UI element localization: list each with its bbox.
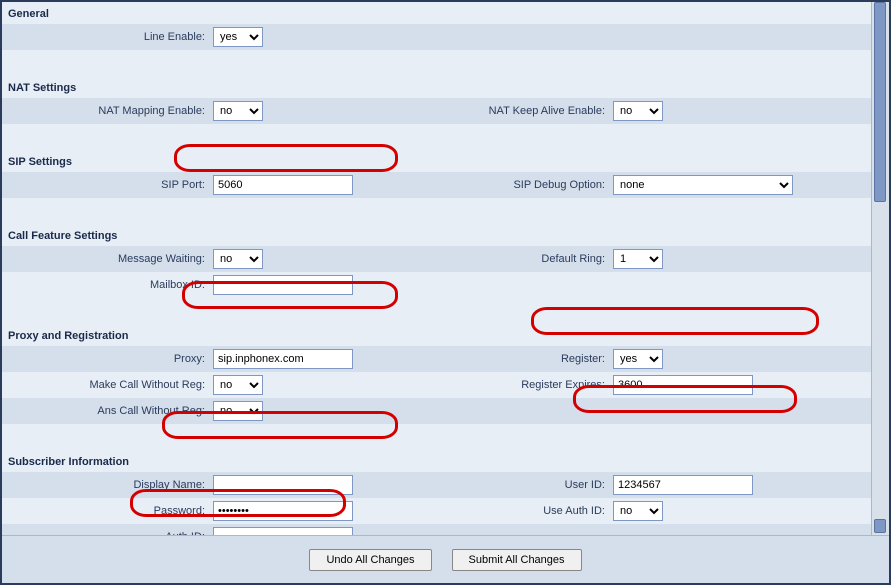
sip-port-label: SIP Port: (8, 179, 213, 191)
make-call-label: Make Call Without Reg: (8, 379, 213, 391)
sip-debug-select[interactable]: none (613, 175, 793, 195)
display-name-label: Display Name: (8, 479, 213, 491)
mailbox-id-label: Mailbox ID: (8, 279, 213, 291)
row-line-enable: Line Enable: yes (2, 24, 871, 50)
nat-mapping-select[interactable]: no (213, 101, 263, 121)
nat-keepalive-select[interactable]: no (613, 101, 663, 121)
row-proxy: Proxy: Register: yes (2, 346, 871, 372)
row-makecall: Make Call Without Reg: no Register Expir… (2, 372, 871, 398)
row-auth-id: Auth ID: (2, 524, 871, 535)
register-expires-label: Register Expires: (413, 379, 613, 391)
section-proxy: Proxy and Registration (2, 324, 871, 346)
scrollbar-thumb[interactable] (874, 2, 886, 202)
user-id-input[interactable] (613, 475, 753, 495)
section-nat: NAT Settings (2, 76, 871, 98)
sip-debug-label: SIP Debug Option: (413, 179, 613, 191)
row-anscall: Ans Call Without Reg: no (2, 398, 871, 424)
row-display-name: Display Name: User ID: (2, 472, 871, 498)
section-subscriber: Subscriber Information (2, 450, 871, 472)
proxy-input[interactable] (213, 349, 353, 369)
settings-form-area: General Line Enable: yes NAT Settings NA… (2, 2, 871, 535)
row-sip-port: SIP Port: SIP Debug Option: none (2, 172, 871, 198)
make-call-select[interactable]: no (213, 375, 263, 395)
default-ring-select[interactable]: 1 (613, 249, 663, 269)
proxy-label: Proxy: (8, 353, 213, 365)
auth-id-input[interactable] (213, 527, 353, 535)
register-expires-input[interactable] (613, 375, 753, 395)
undo-all-button[interactable]: Undo All Changes (309, 549, 431, 571)
scrollbar-down-arrow[interactable] (874, 519, 886, 533)
ans-call-label: Ans Call Without Reg: (8, 405, 213, 417)
row-message-waiting: Message Waiting: no Default Ring: 1 (2, 246, 871, 272)
line-enable-label: Line Enable: (8, 31, 213, 43)
message-waiting-label: Message Waiting: (8, 253, 213, 265)
line-enable-select[interactable]: yes (213, 27, 263, 47)
register-select[interactable]: yes (613, 349, 663, 369)
nat-mapping-label: NAT Mapping Enable: (8, 105, 213, 117)
sip-port-input[interactable] (213, 175, 353, 195)
submit-all-button[interactable]: Submit All Changes (452, 549, 582, 571)
user-id-label: User ID: (413, 479, 613, 491)
message-waiting-select[interactable]: no (213, 249, 263, 269)
section-call: Call Feature Settings (2, 224, 871, 246)
section-general: General (2, 2, 871, 24)
display-name-input[interactable] (213, 475, 353, 495)
row-nat-mapping: NAT Mapping Enable: no NAT Keep Alive En… (2, 98, 871, 124)
use-auth-id-label: Use Auth ID: (413, 505, 613, 517)
register-label: Register: (413, 353, 613, 365)
nat-keepalive-label: NAT Keep Alive Enable: (413, 105, 613, 117)
row-mailbox: Mailbox ID: (2, 272, 871, 298)
use-auth-id-select[interactable]: no (613, 501, 663, 521)
row-password: Password: Use Auth ID: no (2, 498, 871, 524)
footer-bar: Undo All Changes Submit All Changes (2, 535, 889, 583)
vertical-scrollbar[interactable] (871, 2, 889, 535)
password-label: Password: (8, 505, 213, 517)
section-sip: SIP Settings (2, 150, 871, 172)
default-ring-label: Default Ring: (413, 253, 613, 265)
password-input[interactable] (213, 501, 353, 521)
ans-call-select[interactable]: no (213, 401, 263, 421)
mailbox-id-input[interactable] (213, 275, 353, 295)
